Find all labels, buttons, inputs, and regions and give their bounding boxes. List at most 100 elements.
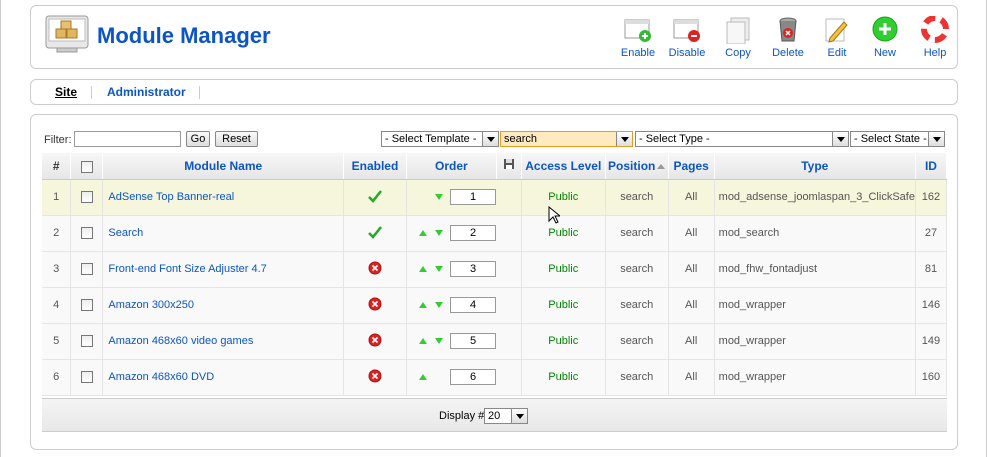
select-type[interactable]: - Select Type -: [635, 131, 849, 147]
enable-button[interactable]: Enable: [615, 16, 661, 59]
table-row[interactable]: 1 AdSense Top Banner-real 1 Public search Al…: [42, 179, 948, 216]
select-state[interactable]: - Select State -: [850, 131, 945, 147]
column-header-access[interactable]: Access Level: [521, 153, 606, 180]
go-button[interactable]: Go: [186, 131, 210, 147]
order-input[interactable]: 3: [450, 261, 497, 277]
delete-button[interactable]: Delete: [765, 16, 811, 59]
enabled-cell[interactable]: [343, 323, 407, 360]
module-name-link[interactable]: Front-end Font Size Adjuster 4.7: [108, 263, 266, 275]
enabled-cell[interactable]: [343, 215, 407, 252]
column-header-checkall[interactable]: [70, 153, 104, 180]
reset-button[interactable]: Reset: [215, 131, 258, 147]
id-cell: 81: [915, 251, 948, 288]
access-level-cell[interactable]: Public: [521, 215, 606, 252]
tab-site[interactable]: Site: [55, 85, 77, 99]
select-template-value: - Select Template -: [385, 133, 477, 145]
access-level-cell[interactable]: Public: [521, 251, 606, 288]
order-cell: 3: [406, 251, 522, 288]
module-name-link[interactable]: Amazon 468x60 DVD: [108, 371, 214, 383]
column-header-enabled[interactable]: Enabled: [343, 153, 407, 180]
column-header-id[interactable]: ID: [915, 153, 948, 180]
order-input[interactable]: 5: [450, 333, 497, 349]
header-panel: Module Manager Enable Disable Copy Delet…: [30, 5, 958, 69]
module-name-link[interactable]: Amazon 300x250: [108, 299, 194, 311]
type-cell: mod_adsense_joomlaspan_3_ClickSafe: [714, 179, 916, 216]
column-header-save-order[interactable]: [496, 153, 522, 180]
move-down-icon[interactable]: [434, 302, 443, 308]
row-checkbox-cell[interactable]: [70, 215, 104, 252]
pages-cell: All: [668, 215, 715, 252]
filter-input[interactable]: [74, 131, 181, 147]
row-checkbox-cell[interactable]: [70, 323, 104, 360]
check-icon[interactable]: [367, 189, 383, 203]
chevron-down-icon: [511, 409, 527, 423]
select-template[interactable]: - Select Template -: [381, 131, 499, 147]
order-input[interactable]: 1: [450, 189, 497, 205]
move-down-icon[interactable]: [434, 230, 443, 236]
column-header-name[interactable]: Module Name: [102, 153, 344, 180]
disabled-x-icon[interactable]: [368, 297, 382, 311]
access-level-cell[interactable]: Public: [521, 359, 606, 396]
check-all-checkbox[interactable]: [80, 160, 93, 173]
order-input[interactable]: 4: [450, 297, 497, 313]
module-name-link[interactable]: AdSense Top Banner-real: [108, 191, 234, 203]
move-up-icon[interactable]: [418, 338, 427, 344]
move-down-icon[interactable]: [434, 338, 443, 344]
row-checkbox-cell[interactable]: [70, 359, 104, 396]
trash-icon: [779, 17, 797, 42]
module-name-link[interactable]: Search: [108, 227, 143, 239]
access-level-cell[interactable]: Public: [521, 287, 606, 324]
column-header-type[interactable]: Type: [714, 153, 916, 180]
enabled-cell[interactable]: [343, 359, 407, 396]
table-row[interactable]: 4 Amazon 300x250 4 Public search All mod_wrap…: [42, 287, 948, 324]
move-up-icon[interactable]: [418, 374, 427, 380]
enabled-cell[interactable]: [343, 287, 407, 324]
column-header-pages[interactable]: Pages: [668, 153, 715, 180]
display-limit-select[interactable]: 20: [484, 408, 528, 424]
disable-button[interactable]: Disable: [664, 16, 710, 59]
move-up-icon[interactable]: [418, 266, 427, 272]
row-checkbox[interactable]: [80, 299, 93, 312]
lifebuoy-icon: [921, 16, 949, 43]
save-order-icon[interactable]: [503, 158, 515, 170]
row-checkbox[interactable]: [80, 371, 93, 384]
chevron-down-icon: [928, 132, 944, 146]
column-header-position[interactable]: Position: [605, 153, 669, 180]
check-icon[interactable]: [367, 225, 383, 239]
table-row[interactable]: 2 Search 2 Public search All mod_search 27: [42, 215, 948, 252]
move-down-icon[interactable]: [434, 194, 443, 200]
column-header-order[interactable]: Order: [406, 153, 497, 180]
table-row[interactable]: 5 Amazon 468x60 video games 5 Public search…: [42, 323, 948, 360]
table-row[interactable]: 6 Amazon 468x60 DVD 6 Public search All mod_w…: [42, 359, 948, 396]
row-checkbox[interactable]: [80, 263, 93, 276]
edit-button[interactable]: Edit: [814, 16, 860, 59]
row-checkbox[interactable]: [80, 227, 93, 240]
disabled-x-icon[interactable]: [368, 261, 382, 275]
row-checkbox-cell[interactable]: [70, 179, 104, 216]
disabled-x-icon[interactable]: [368, 333, 382, 347]
column-header-position-label: Position: [608, 158, 656, 173]
move-down-icon[interactable]: [434, 266, 443, 272]
tab-administrator[interactable]: Administrator: [107, 85, 186, 99]
copy-button[interactable]: Copy: [715, 16, 761, 59]
enabled-cell[interactable]: [343, 179, 407, 216]
row-checkbox[interactable]: [80, 335, 93, 348]
module-name-link[interactable]: Amazon 468x60 video games: [108, 335, 253, 347]
pages-cell: All: [668, 251, 715, 288]
access-level-cell[interactable]: Public: [521, 323, 606, 360]
row-checkbox-cell[interactable]: [70, 287, 104, 324]
select-position[interactable]: search: [500, 131, 633, 147]
table-row[interactable]: 3 Front-end Font Size Adjuster 4.7 3 Publi…: [42, 251, 948, 288]
enabled-cell[interactable]: [343, 251, 407, 288]
order-input[interactable]: 2: [450, 225, 497, 241]
row-checkbox[interactable]: [80, 191, 93, 204]
new-button[interactable]: New: [862, 16, 908, 59]
move-up-icon[interactable]: [418, 302, 427, 308]
order-input[interactable]: 6: [450, 369, 497, 385]
disabled-x-icon[interactable]: [368, 369, 382, 383]
row-checkbox-cell[interactable]: [70, 251, 104, 288]
move-up-icon[interactable]: [418, 230, 427, 236]
access-level-cell[interactable]: Public: [521, 179, 606, 216]
module-name-cell: AdSense Top Banner-real: [102, 179, 344, 216]
help-button[interactable]: Help: [912, 16, 958, 59]
